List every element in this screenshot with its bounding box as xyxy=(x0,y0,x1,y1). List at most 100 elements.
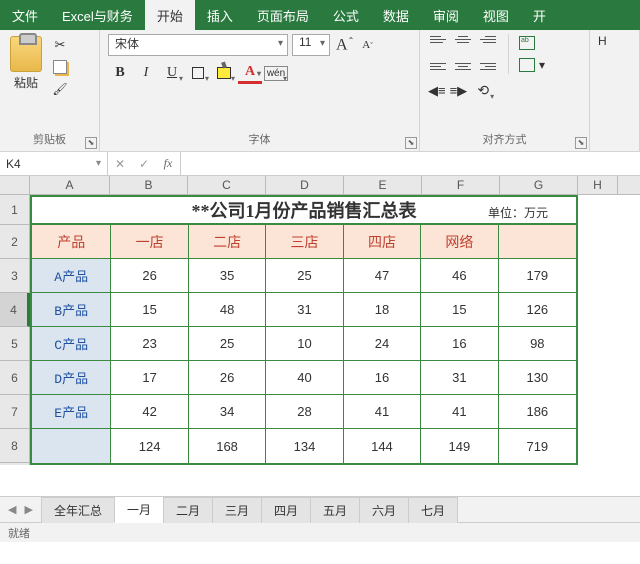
paste-button[interactable]: 粘贴 xyxy=(8,34,44,93)
cell[interactable]: A产品 xyxy=(32,259,111,293)
cell[interactable]: 149 xyxy=(421,429,498,463)
bold-button[interactable]: B xyxy=(108,62,132,84)
cell[interactable]: 28 xyxy=(266,395,343,429)
cell-grid[interactable]: **公司1月份产品销售汇总表 单位：万元 产品 一店 二店 三店 四店 网络 A… xyxy=(30,195,640,465)
row-header-5[interactable]: 5 xyxy=(0,327,29,361)
align-right-button[interactable] xyxy=(476,56,498,76)
cell[interactable]: 31 xyxy=(421,361,498,395)
col-header-B[interactable]: B xyxy=(110,176,188,194)
name-box[interactable]: K4 xyxy=(0,152,108,175)
cell[interactable]: 144 xyxy=(344,429,421,463)
border-button[interactable] xyxy=(186,62,210,84)
row-header-6[interactable]: 6 xyxy=(0,361,29,395)
cancel-formula-button[interactable]: ✕ xyxy=(108,157,132,171)
cell[interactable]: 26 xyxy=(189,361,266,395)
hdr-product[interactable]: 产品 xyxy=(32,225,111,259)
cell[interactable]: 126 xyxy=(499,293,576,327)
tab-view[interactable]: 视图 xyxy=(471,0,521,30)
cell[interactable]: 31 xyxy=(266,293,343,327)
cell[interactable]: 17 xyxy=(111,361,188,395)
align-bottom-button[interactable] xyxy=(476,34,498,54)
col-header-C[interactable]: C xyxy=(188,176,266,194)
col-header-F[interactable]: F xyxy=(422,176,500,194)
cell[interactable]: 41 xyxy=(421,395,498,429)
cell[interactable]: 130 xyxy=(499,361,576,395)
sheet-tab-apr[interactable]: 四月 xyxy=(261,497,311,523)
align-middle-button[interactable] xyxy=(452,34,474,54)
font-size-select[interactable]: 11 xyxy=(292,34,330,56)
tab-excel-finance[interactable]: Excel与财务 xyxy=(50,0,145,30)
tab-home[interactable]: 开始 xyxy=(145,0,195,30)
col-header-A[interactable]: A xyxy=(30,176,110,194)
hdr-store4[interactable]: 四店 xyxy=(344,225,421,259)
underline-button[interactable]: U xyxy=(160,62,184,84)
cell[interactable]: B产品 xyxy=(32,293,111,327)
cell[interactable]: 25 xyxy=(266,259,343,293)
tab-developer[interactable]: 开 xyxy=(521,0,558,30)
cell[interactable]: C产品 xyxy=(32,327,111,361)
row-header-8[interactable]: 8 xyxy=(0,429,29,463)
sheet-nav-next[interactable]: ▶ xyxy=(24,503,32,516)
sheet-tab-mar[interactable]: 三月 xyxy=(212,497,262,523)
sheet-nav-prev[interactable]: ◀ xyxy=(8,503,16,516)
cell[interactable]: 124 xyxy=(111,429,188,463)
tab-insert[interactable]: 插入 xyxy=(195,0,245,30)
cell[interactable]: 98 xyxy=(499,327,576,361)
sheet-tab-jun[interactable]: 六月 xyxy=(359,497,409,523)
sheet-tab-jan[interactable]: 一月 xyxy=(114,496,164,523)
fill-color-button[interactable] xyxy=(212,62,236,84)
tab-file[interactable]: 文件 xyxy=(0,0,50,30)
tab-formula[interactable]: 公式 xyxy=(321,0,371,30)
align-center-button[interactable] xyxy=(452,56,474,76)
cell[interactable]: 16 xyxy=(421,327,498,361)
cut-button[interactable] xyxy=(50,36,70,54)
hdr-total[interactable] xyxy=(499,225,576,259)
orientation-button[interactable]: ⟲ xyxy=(471,80,495,102)
select-all-corner[interactable] xyxy=(0,176,30,195)
font-color-button[interactable]: A xyxy=(238,62,262,84)
italic-button[interactable]: I xyxy=(134,62,158,84)
col-header-G[interactable]: G xyxy=(500,176,578,194)
cell[interactable]: 15 xyxy=(421,293,498,327)
cell[interactable]: E产品 xyxy=(32,395,111,429)
merge-center-button[interactable]: ▾ xyxy=(517,56,547,74)
cell[interactable]: 46 xyxy=(421,259,498,293)
accept-formula-button[interactable]: ✓ xyxy=(132,157,156,171)
cell[interactable] xyxy=(32,429,111,463)
alignment-launcher[interactable]: ⬊ xyxy=(575,137,587,149)
row-header-4[interactable]: 4 xyxy=(0,293,30,327)
cell[interactable]: 41 xyxy=(344,395,421,429)
font-launcher[interactable]: ⬊ xyxy=(405,137,417,149)
tab-page-layout[interactable]: 页面布局 xyxy=(245,0,321,30)
cell[interactable]: D产品 xyxy=(32,361,111,395)
row-header-2[interactable]: 2 xyxy=(0,225,29,259)
cell[interactable]: 26 xyxy=(111,259,188,293)
decrease-indent-button[interactable]: ◀≡ xyxy=(428,83,446,99)
col-header-E[interactable]: E xyxy=(344,176,422,194)
align-top-button[interactable] xyxy=(428,34,450,54)
font-family-select[interactable]: 宋体 xyxy=(108,34,288,56)
cell[interactable]: 186 xyxy=(499,395,576,429)
cell[interactable]: 25 xyxy=(189,327,266,361)
cell[interactable]: 168 xyxy=(189,429,266,463)
increase-font-button[interactable]: A xyxy=(334,36,356,54)
sheet-tab-annual[interactable]: 全年汇总 xyxy=(41,497,115,523)
clipboard-launcher[interactable]: ⬊ xyxy=(85,137,97,149)
phonetic-button[interactable]: wén xyxy=(264,62,288,84)
cell[interactable]: 42 xyxy=(111,395,188,429)
decrease-font-button[interactable]: A xyxy=(360,39,375,51)
copy-button[interactable] xyxy=(50,58,70,76)
increase-indent-button[interactable]: ≡▶ xyxy=(450,83,468,99)
align-left-button[interactable] xyxy=(428,56,450,76)
cell[interactable]: 40 xyxy=(266,361,343,395)
wrap-text-button[interactable] xyxy=(517,34,547,52)
hdr-store1[interactable]: 一店 xyxy=(111,225,188,259)
cell[interactable]: 16 xyxy=(344,361,421,395)
cell[interactable]: 47 xyxy=(344,259,421,293)
row-header-1[interactable]: 1 xyxy=(0,195,29,225)
cell[interactable]: 18 xyxy=(344,293,421,327)
tab-review[interactable]: 审阅 xyxy=(421,0,471,30)
cell[interactable]: 10 xyxy=(266,327,343,361)
cell[interactable]: 134 xyxy=(266,429,343,463)
cell[interactable]: 34 xyxy=(189,395,266,429)
